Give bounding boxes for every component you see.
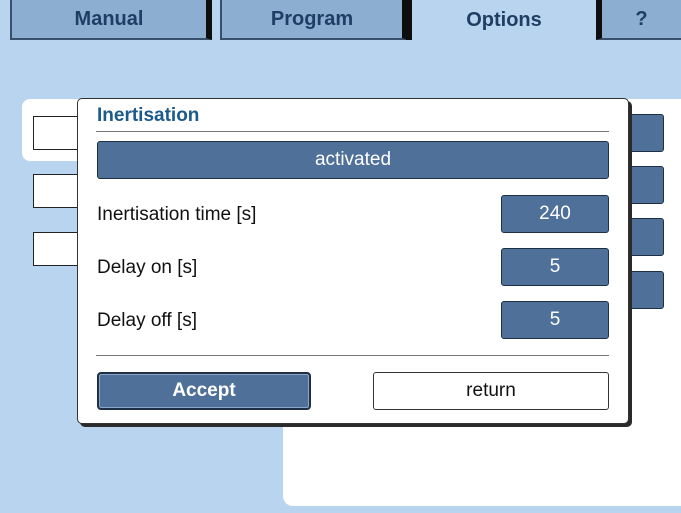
- background-field-3[interactable]: [33, 232, 83, 266]
- footer-divider: [96, 355, 609, 356]
- background-button-1[interactable]: [626, 114, 664, 152]
- return-button[interactable]: return: [373, 372, 609, 410]
- title-divider: [96, 131, 609, 132]
- accept-button[interactable]: Accept: [97, 372, 311, 410]
- delay-on-input[interactable]: 5: [501, 248, 609, 286]
- background-button-2[interactable]: [626, 166, 664, 204]
- activation-status-toggle[interactable]: activated: [97, 141, 609, 179]
- delay-on-label: Delay on [s]: [97, 257, 198, 278]
- delay-off-label: Delay off [s]: [97, 310, 197, 331]
- tab-help[interactable]: ?: [596, 0, 681, 40]
- background-button-4[interactable]: [626, 271, 664, 309]
- tab-program[interactable]: Program: [220, 0, 408, 40]
- delay-off-input[interactable]: 5: [501, 301, 609, 339]
- background-field-1[interactable]: [33, 116, 83, 150]
- inertisation-time-input[interactable]: 240: [501, 195, 609, 233]
- dialog-title: Inertisation: [97, 105, 200, 126]
- background-field-2[interactable]: [33, 174, 83, 208]
- inertisation-dialog: Inertisation activated Inertisation time…: [77, 98, 629, 424]
- tab-manual[interactable]: Manual: [10, 0, 212, 40]
- inertisation-time-label: Inertisation time [s]: [97, 204, 257, 225]
- tab-options[interactable]: Options: [406, 0, 596, 40]
- background-button-3[interactable]: [626, 218, 664, 256]
